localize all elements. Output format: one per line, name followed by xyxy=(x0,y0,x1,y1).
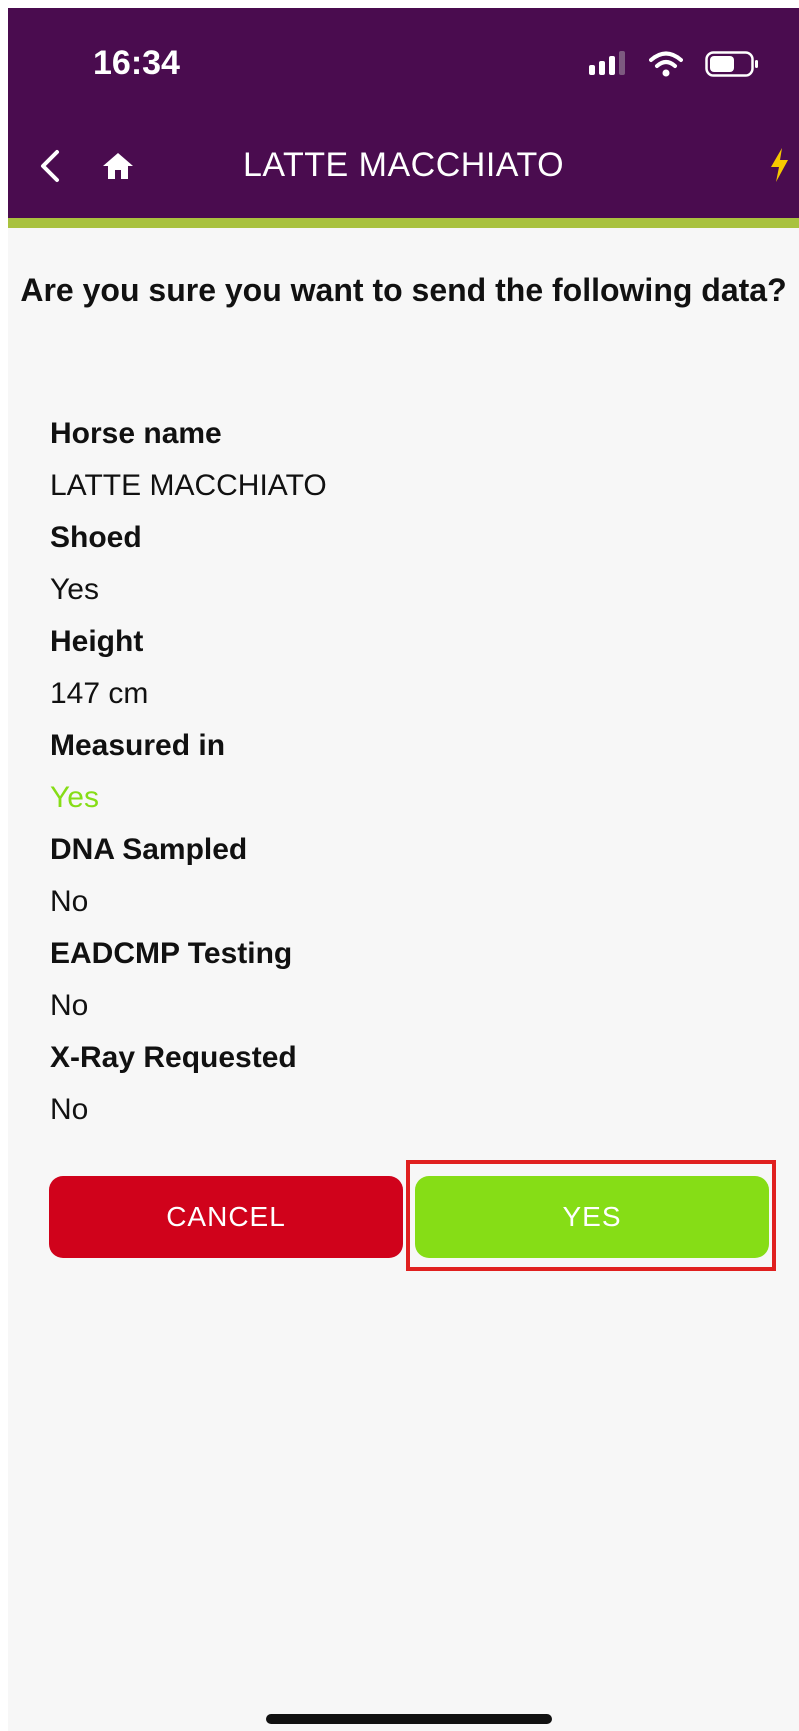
status-icons xyxy=(587,46,759,86)
confirm-question: Are you sure you want to send the follow… xyxy=(20,272,787,308)
field-value: No xyxy=(50,1093,89,1126)
field-label: EADCMP Testing xyxy=(50,937,293,970)
field-dna-sampled: DNA Sampled No xyxy=(50,824,750,928)
field-xray-requested: X-Ray Requested No xyxy=(50,1032,750,1136)
app-screen: 16:34 LATTE MACCHIATO Are you sure you w… xyxy=(8,8,799,1731)
field-label: DNA Sampled xyxy=(50,833,248,866)
field-horse-name: Horse name LATTE MACCHIATO xyxy=(50,408,750,512)
quick-action-button[interactable] xyxy=(759,142,799,192)
top-bar: 16:34 LATTE MACCHIATO xyxy=(8,8,799,218)
field-value: No xyxy=(50,885,89,918)
home-indicator xyxy=(266,1714,552,1724)
field-label: Measured in xyxy=(50,729,226,762)
battery-icon xyxy=(705,50,759,82)
field-measured-in: Measured in Yes xyxy=(50,720,750,824)
field-label: Horse name xyxy=(50,417,222,450)
field-value: Yes xyxy=(50,781,99,814)
wifi-icon xyxy=(649,51,683,82)
field-value: Yes xyxy=(50,573,99,606)
field-label: Shoed xyxy=(50,521,142,554)
cellular-signal-icon xyxy=(587,50,627,82)
yes-button[interactable]: YES xyxy=(415,1176,769,1258)
field-list: Horse name LATTE MACCHIATO Shoed Yes Hei… xyxy=(50,408,750,1136)
field-value: No xyxy=(50,989,89,1022)
page-title: LATTE MACCHIATO xyxy=(242,146,565,184)
field-value: LATTE MACCHIATO xyxy=(50,469,327,502)
field-value: 147 cm xyxy=(50,677,149,710)
status-time: 16:34 xyxy=(93,44,180,82)
field-eadcmp-testing: EADCMP Testing No xyxy=(50,928,750,1032)
field-label: Height xyxy=(50,625,144,658)
header-accent-line xyxy=(8,218,799,228)
nav-row: LATTE MACCHIATO xyxy=(8,138,799,198)
field-shoed: Shoed Yes xyxy=(50,512,750,616)
cancel-button[interactable]: CANCEL xyxy=(49,1176,403,1258)
field-height: Height 147 cm xyxy=(50,616,750,720)
lightning-bolt-icon xyxy=(768,147,790,188)
field-label: X-Ray Requested xyxy=(50,1041,297,1074)
